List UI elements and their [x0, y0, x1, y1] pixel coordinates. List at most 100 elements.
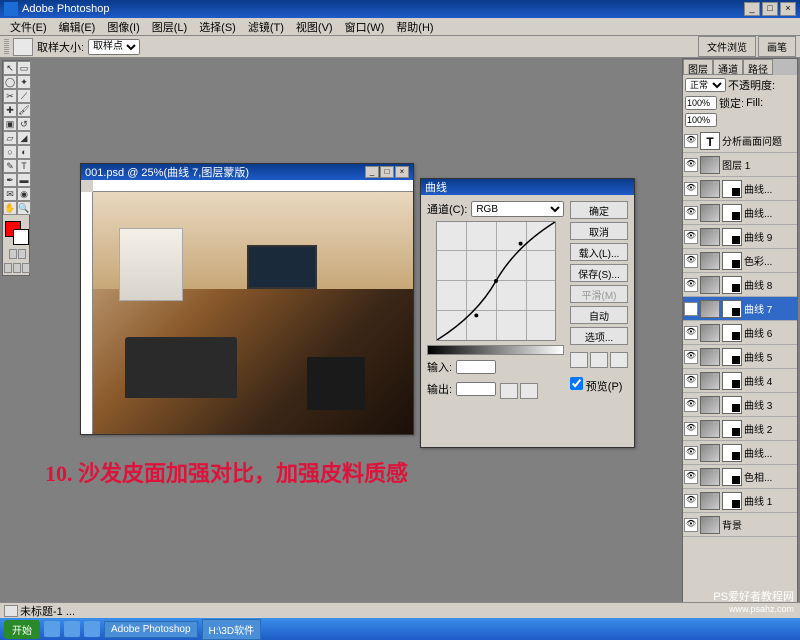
eyedrop-white-icon[interactable]: [610, 352, 628, 368]
save-button[interactable]: 保存(S)...: [570, 264, 628, 282]
menu-item[interactable]: 滤镜(T): [242, 19, 290, 35]
sample-select[interactable]: 取样点: [88, 39, 140, 55]
menu-item[interactable]: 视图(V): [290, 19, 339, 35]
gradient-tool[interactable]: ◢: [17, 131, 31, 145]
lasso-tool[interactable]: ◯: [3, 75, 17, 89]
layer-mask[interactable]: [722, 348, 742, 366]
maximize-button[interactable]: □: [762, 2, 778, 16]
screen-mode-1[interactable]: [4, 263, 12, 273]
visibility-icon[interactable]: 👁: [684, 494, 698, 508]
auto-button[interactable]: 自动: [570, 306, 628, 324]
visibility-icon[interactable]: 👁: [684, 350, 698, 364]
visibility-icon[interactable]: 👁: [684, 518, 698, 532]
layer-row[interactable]: 👁曲线 7: [683, 297, 797, 321]
visibility-icon[interactable]: 👁: [684, 326, 698, 340]
move-tool[interactable]: ↖: [3, 61, 17, 75]
blend-mode-select[interactable]: 正常: [685, 78, 726, 92]
gripper-icon[interactable]: [4, 39, 9, 55]
panel-tab[interactable]: 路径: [743, 59, 773, 75]
layer-mask[interactable]: [722, 468, 742, 486]
visibility-icon[interactable]: 👁: [684, 230, 698, 244]
visibility-icon[interactable]: 👁: [684, 206, 698, 220]
visibility-icon[interactable]: 👁: [684, 278, 698, 292]
menu-item[interactable]: 图层(L): [146, 19, 193, 35]
cancel-button[interactable]: 取消: [570, 222, 628, 240]
background-color[interactable]: [13, 229, 29, 245]
brush-tool[interactable]: 🖌: [17, 103, 31, 117]
layer-row[interactable]: 👁曲线 9: [683, 225, 797, 249]
layer-row[interactable]: 👁曲线 1: [683, 489, 797, 513]
marquee-tool[interactable]: ▭: [17, 61, 31, 75]
quick-launch-icon[interactable]: [84, 621, 100, 637]
pen-tool[interactable]: ✒: [3, 173, 17, 187]
fill-field[interactable]: [685, 113, 717, 127]
document-titlebar[interactable]: 001.psd @ 25%(曲线 7,图层蒙版) _ □ ×: [81, 164, 413, 180]
crop-tool[interactable]: ✂: [3, 89, 17, 103]
layer-row[interactable]: 👁图层 1: [683, 153, 797, 177]
doc-close-button[interactable]: ×: [395, 166, 409, 178]
layer-row[interactable]: 👁色彩...: [683, 249, 797, 273]
layer-mask[interactable]: [722, 300, 742, 318]
canvas[interactable]: [93, 192, 413, 434]
layer-mask[interactable]: [722, 252, 742, 270]
layer-row[interactable]: 👁色相...: [683, 465, 797, 489]
status-icon[interactable]: [4, 605, 18, 617]
menu-item[interactable]: 选择(S): [193, 19, 242, 35]
menu-item[interactable]: 图像(I): [101, 19, 145, 35]
type-tool[interactable]: T: [17, 159, 31, 173]
layer-row[interactable]: 👁曲线 6: [683, 321, 797, 345]
layer-row[interactable]: 👁曲线 3: [683, 393, 797, 417]
layer-mask[interactable]: [722, 276, 742, 294]
visibility-icon[interactable]: 👁: [684, 374, 698, 388]
heal-tool[interactable]: ✚: [3, 103, 17, 117]
opacity-field[interactable]: [685, 96, 717, 110]
taskbar-item[interactable]: H:\3D软件: [202, 619, 262, 640]
layer-row[interactable]: 👁曲线 8: [683, 273, 797, 297]
hand-tool[interactable]: ✋: [3, 201, 17, 215]
color-swatch[interactable]: [3, 219, 31, 247]
eraser-tool[interactable]: ▱: [3, 131, 17, 145]
layer-mask[interactable]: [722, 444, 742, 462]
layer-row[interactable]: 👁曲线 4: [683, 369, 797, 393]
visibility-icon[interactable]: 👁: [684, 134, 698, 148]
menu-item[interactable]: 窗口(W): [339, 19, 391, 35]
input-field[interactable]: [456, 360, 496, 374]
tab-file-browser[interactable]: 文件浏览: [698, 36, 756, 57]
layer-row[interactable]: 👁T分析画面问题: [683, 129, 797, 153]
eyedrop-black-icon[interactable]: [570, 352, 588, 368]
path-tool[interactable]: ✎: [3, 159, 17, 173]
layer-mask[interactable]: [722, 204, 742, 222]
layer-row[interactable]: 👁曲线...: [683, 201, 797, 225]
panel-tab[interactable]: 通道: [713, 59, 743, 75]
zoom-tool[interactable]: 🔍: [17, 201, 31, 215]
start-button[interactable]: 开始: [4, 620, 40, 639]
menu-item[interactable]: 编辑(E): [53, 19, 102, 35]
layer-mask[interactable]: [722, 324, 742, 342]
tab-brush[interactable]: 画笔: [758, 36, 796, 57]
menu-item[interactable]: 帮助(H): [390, 19, 439, 35]
layer-mask[interactable]: [722, 420, 742, 438]
close-button[interactable]: ×: [780, 2, 796, 16]
shape-tool[interactable]: ▬: [17, 173, 31, 187]
wand-tool[interactable]: ✦: [17, 75, 31, 89]
minimize-button[interactable]: _: [744, 2, 760, 16]
visibility-icon[interactable]: 👁: [684, 302, 698, 316]
gradient-bar[interactable]: [427, 345, 564, 355]
layer-row[interactable]: 👁曲线...: [683, 177, 797, 201]
curve-tool-icon[interactable]: [500, 383, 518, 399]
panel-tab[interactable]: 图层: [683, 59, 713, 75]
visibility-icon[interactable]: 👁: [684, 182, 698, 196]
quick-launch-icon[interactable]: [44, 621, 60, 637]
preview-checkbox[interactable]: 预览(P): [570, 377, 628, 394]
screen-mode-3[interactable]: [22, 263, 30, 273]
ok-button[interactable]: 确定: [570, 201, 628, 219]
quick-launch-icon[interactable]: [64, 621, 80, 637]
eyedropper-icon[interactable]: [13, 38, 33, 56]
layer-mask[interactable]: [722, 228, 742, 246]
visibility-icon[interactable]: 👁: [684, 422, 698, 436]
quickmask-mode[interactable]: [18, 249, 26, 259]
layer-mask[interactable]: [722, 180, 742, 198]
layer-row[interactable]: 👁曲线 2: [683, 417, 797, 441]
options-button[interactable]: 选项...: [570, 327, 628, 345]
visibility-icon[interactable]: 👁: [684, 446, 698, 460]
